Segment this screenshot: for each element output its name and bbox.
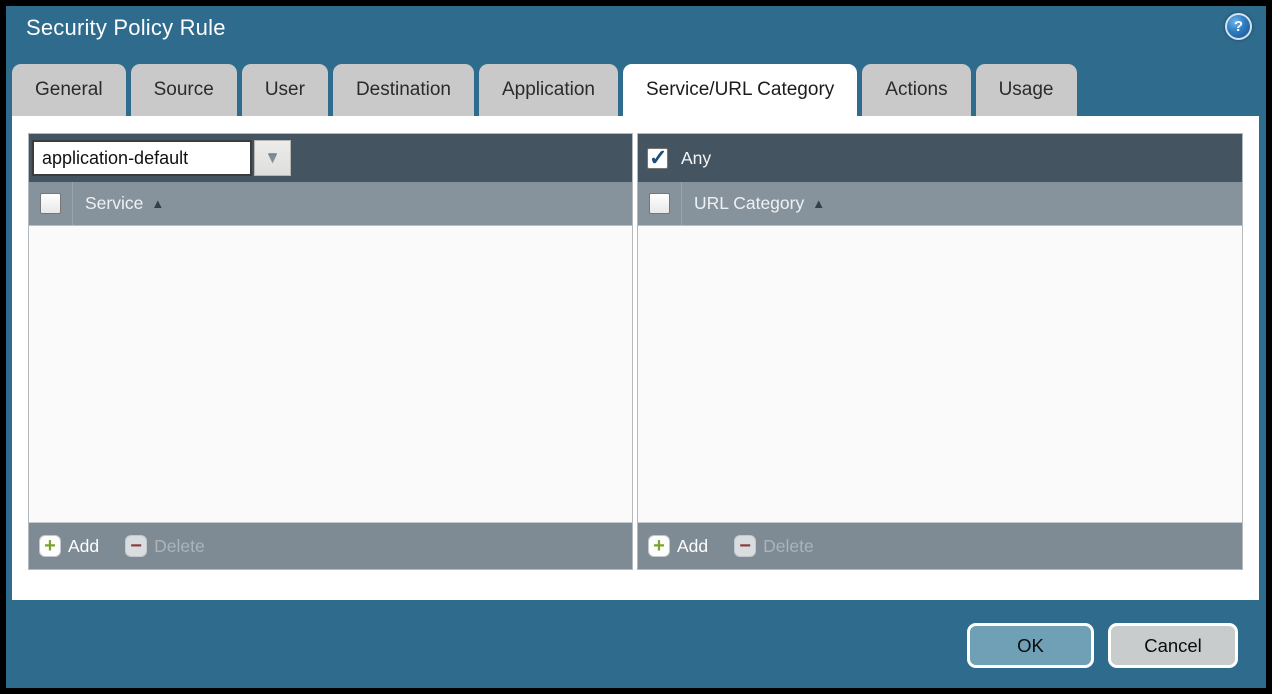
tab-application[interactable]: Application xyxy=(479,64,618,116)
any-checkbox[interactable]: ✓ xyxy=(647,148,668,169)
url-category-select-all-cell: ✓ xyxy=(638,182,682,225)
url-category-select-all-checkbox[interactable]: ✓ xyxy=(649,193,670,214)
url-category-add-button[interactable]: + Add xyxy=(648,535,708,557)
service-select-all-cell: ✓ xyxy=(29,182,73,225)
service-toolbar: ▼ xyxy=(29,134,632,182)
service-column-header: ✓ Service ▲ xyxy=(29,182,632,226)
url-category-toolbar: ✓ Any xyxy=(638,134,1242,182)
service-panel: ▼ ✓ Service ▲ + Add xyxy=(28,133,633,570)
plus-icon: + xyxy=(39,535,61,557)
ok-button[interactable]: OK xyxy=(967,623,1094,668)
minus-icon: − xyxy=(125,535,147,557)
tab-user[interactable]: User xyxy=(242,64,328,116)
url-category-panel: ✓ Any ✓ URL Category ▲ + Add xyxy=(637,133,1243,570)
url-category-table-body xyxy=(638,226,1242,522)
help-icon[interactable]: ? xyxy=(1225,13,1252,40)
tab-usage[interactable]: Usage xyxy=(976,64,1077,116)
tab-content-area: ▼ ✓ Service ▲ + Add xyxy=(12,116,1259,600)
service-footer: + Add − Delete xyxy=(29,522,632,569)
cancel-button[interactable]: Cancel xyxy=(1108,623,1238,668)
check-icon: ✓ xyxy=(649,145,667,171)
url-category-footer: + Add − Delete xyxy=(638,522,1242,569)
service-type-combobox: ▼ xyxy=(32,140,291,176)
chevron-down-icon: ▼ xyxy=(265,150,280,167)
service-column-label[interactable]: Service ▲ xyxy=(73,182,164,225)
tab-actions[interactable]: Actions xyxy=(862,64,970,116)
url-category-delete-button[interactable]: − Delete xyxy=(734,535,814,557)
tab-general[interactable]: General xyxy=(12,64,126,116)
minus-icon: − xyxy=(734,535,756,557)
service-add-button[interactable]: + Add xyxy=(39,535,99,557)
security-policy-rule-dialog: Security Policy Rule ? General Source Us… xyxy=(0,0,1272,694)
service-type-input[interactable] xyxy=(32,140,252,176)
tab-source[interactable]: Source xyxy=(131,64,237,116)
sort-ascending-icon: ▲ xyxy=(151,196,164,211)
plus-icon: + xyxy=(648,535,670,557)
service-table-body xyxy=(29,226,632,522)
sort-ascending-icon: ▲ xyxy=(812,196,825,211)
tab-destination[interactable]: Destination xyxy=(333,64,474,116)
any-label: Any xyxy=(681,148,711,169)
dialog-title: Security Policy Rule xyxy=(26,15,226,41)
url-category-column-header: ✓ URL Category ▲ xyxy=(638,182,1242,226)
service-delete-button[interactable]: − Delete xyxy=(125,535,205,557)
tab-service-url-category[interactable]: Service/URL Category xyxy=(623,64,857,116)
tab-bar: General Source User Destination Applicat… xyxy=(12,64,1077,116)
url-category-column-label[interactable]: URL Category ▲ xyxy=(682,182,825,225)
service-type-dropdown-button[interactable]: ▼ xyxy=(254,140,291,176)
service-select-all-checkbox[interactable]: ✓ xyxy=(40,193,61,214)
